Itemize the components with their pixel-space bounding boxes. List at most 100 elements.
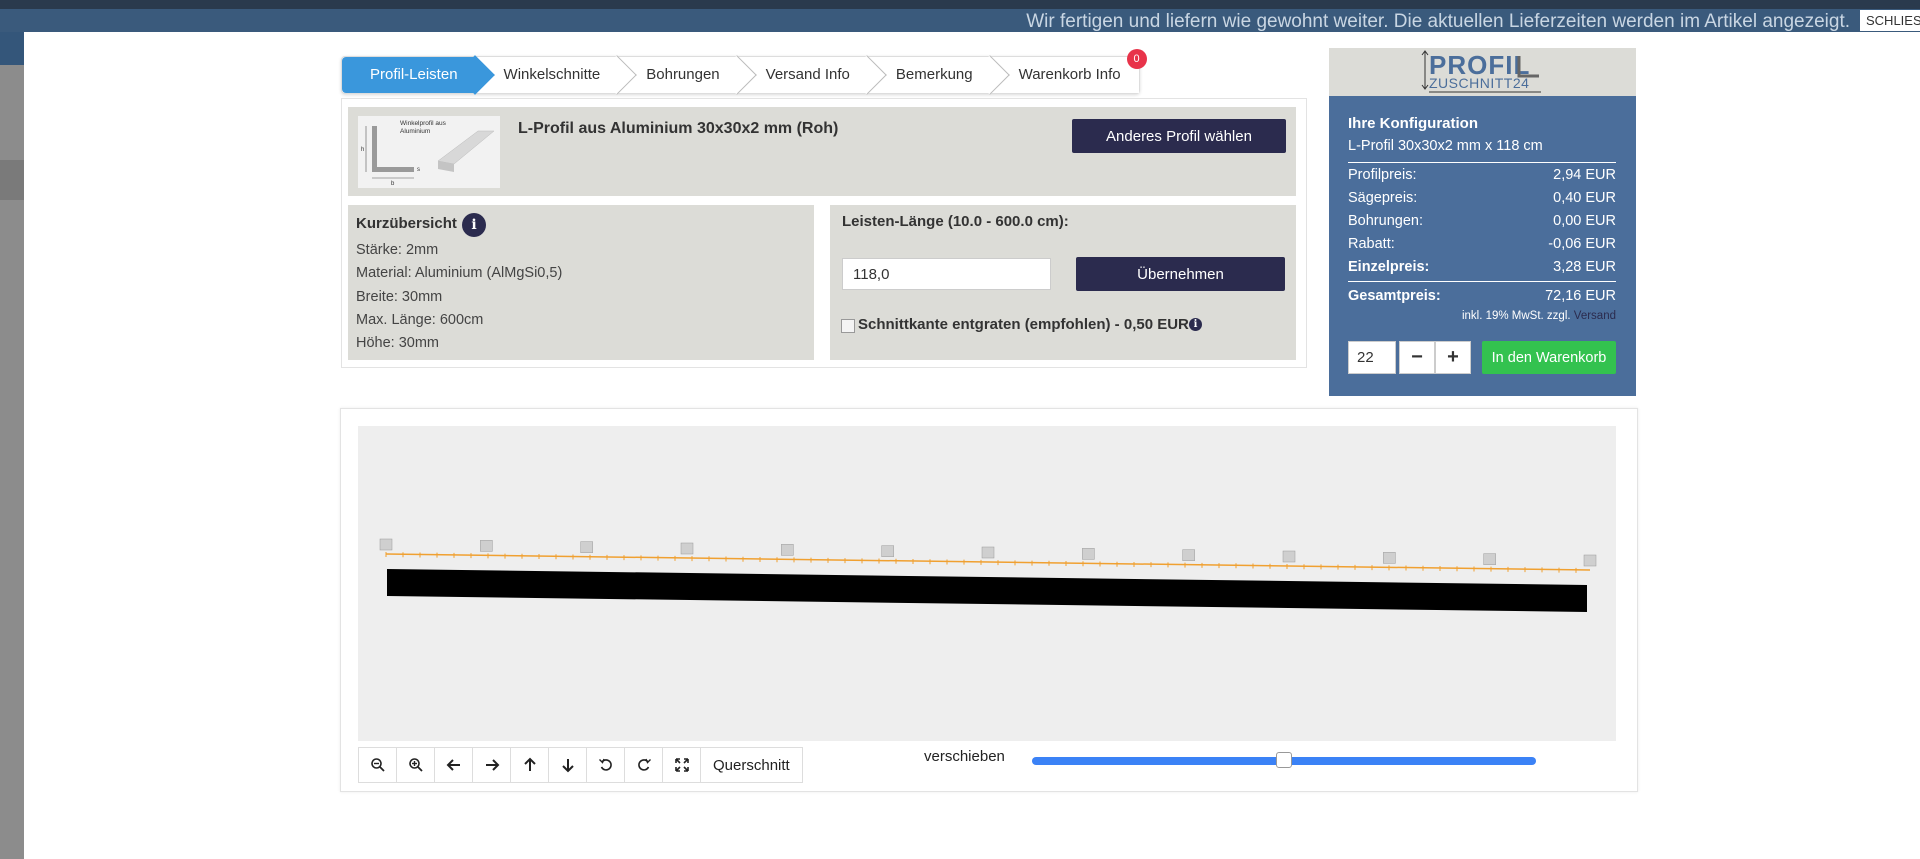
dimension-marker: [1483, 553, 1496, 565]
overview-item: Material: Aluminium (AlMgSi0,5): [356, 265, 563, 282]
tab-label: Bemerkung: [895, 66, 973, 83]
tab-profil-leisten[interactable]: Profil-Leisten: [342, 57, 476, 93]
dimension-marker: [781, 544, 794, 556]
arrow-right-icon: [485, 759, 499, 771]
move-right-button[interactable]: [473, 748, 511, 782]
dimension-marker: [1583, 554, 1597, 567]
length-label: Leisten-Länge (10.0 - 600.0 cm):: [842, 213, 1069, 230]
move-left-button[interactable]: [435, 748, 473, 782]
price-row-total: Gesamtpreis: 72,16 EUR: [1348, 285, 1616, 308]
overview-item: Höhe: 30mm: [356, 335, 440, 352]
overview-list: Stärke: 2mm Material: Aluminium (AlMgSi0…: [356, 239, 562, 355]
rotate-right-button[interactable]: [625, 748, 663, 782]
config-summary: L-Profil 30x30x2 mm x 118 cm: [1348, 138, 1543, 154]
price-value: 0,00 EUR: [1553, 213, 1616, 229]
quantity-increase-button[interactable]: +: [1435, 341, 1471, 374]
move-up-button[interactable]: [511, 748, 549, 782]
arrow-left-icon: [446, 759, 460, 771]
thumb-caption-2: Aluminium: [400, 128, 430, 135]
step-tabs: Profil-Leisten Winkelschnitte Bohrungen …: [341, 49, 1147, 94]
price-row-profil: Profilpreis: 2,94 EUR: [1348, 164, 1616, 187]
arrow-down-icon: [561, 759, 574, 773]
background-page-band: [0, 160, 24, 200]
price-value: 3,28 EUR: [1553, 259, 1616, 275]
profile-3d-canvas[interactable]: [358, 426, 1616, 741]
price-label: Einzelpreis:: [1348, 259, 1430, 275]
tab-label: Profil-Leisten: [370, 66, 458, 83]
change-profile-button[interactable]: Anderes Profil wählen: [1072, 119, 1286, 153]
arrow-up-icon: [523, 757, 536, 771]
dimension-marker: [1383, 552, 1396, 564]
move-slider-label: verschieben: [924, 748, 1005, 765]
dimension-marker: [580, 541, 593, 553]
dimension-ticks: [385, 552, 1577, 573]
background-topbar: [0, 0, 1920, 9]
profile-render: [379, 538, 1597, 612]
deburr-checkbox[interactable]: [841, 319, 855, 333]
config-title: Ihre Konfiguration: [1348, 115, 1478, 132]
dimension-marker: [981, 546, 995, 559]
logo-bottom-text: ZUSCHNITT24: [1429, 75, 1529, 91]
thumb-dim-h: h: [361, 147, 364, 153]
tab-warenkorb-info[interactable]: Warenkorb Info 0: [990, 49, 1147, 93]
price-label: Sägepreis:: [1348, 190, 1418, 206]
overview-title: Kurzübersicht: [356, 215, 457, 232]
fit-view-button[interactable]: [663, 748, 701, 782]
viewer-toolbar: Querschnitt: [358, 747, 803, 783]
overview-item: Breite: 30mm: [356, 288, 443, 305]
length-input[interactable]: 118,0: [842, 258, 1051, 290]
zoom-out-button[interactable]: [359, 748, 397, 782]
dimension-marker: [1282, 550, 1296, 563]
dimension-marker: [881, 545, 894, 557]
info-icon[interactable]: i: [462, 213, 486, 237]
quantity-input[interactable]: 22: [1348, 341, 1396, 374]
move-down-button[interactable]: [549, 748, 587, 782]
vat-note: inkl. 19% MwSt. zzgl. Versand: [1462, 310, 1616, 322]
config-sidebar: PROFIL ZUSCHNITT24 Ihre Konfiguration L-…: [1329, 48, 1636, 396]
logo-area: PROFIL ZUSCHNITT24: [1329, 48, 1636, 96]
price-value: -0,06 EUR: [1548, 236, 1616, 252]
tab-label: Winkelschnitte: [503, 66, 601, 83]
thumb-caption-1: Winkelprofil aus: [400, 120, 447, 127]
zoom-out-icon: [370, 758, 385, 772]
move-slider-handle[interactable]: [1276, 752, 1292, 768]
profile-bar: [387, 569, 1587, 612]
total-value: 72,16 EUR: [1545, 288, 1616, 304]
rotate-ccw-icon: [598, 758, 612, 771]
profile-thumbnail: Winkelprofil aus Aluminium h b s: [358, 116, 500, 188]
price-row-rabatt: Rabatt: -0,06 EUR: [1348, 233, 1616, 256]
dimension-marker: [1182, 549, 1195, 561]
expand-icon: [674, 758, 689, 772]
tab-label: Versand Info: [765, 66, 850, 83]
vat-text: inkl. 19% MwSt. zzgl.: [1461, 310, 1571, 322]
cross-section-button[interactable]: Querschnitt: [701, 748, 802, 782]
tab-label: Warenkorb Info: [1018, 66, 1121, 83]
divider: [1348, 162, 1616, 163]
rotate-cw-icon: [637, 758, 651, 771]
tab-label: Bohrungen: [646, 66, 720, 83]
shipping-link[interactable]: Versand: [1574, 310, 1616, 322]
config-panel: Ihre Konfiguration L-Profil 30x30x2 mm x…: [1329, 96, 1636, 396]
quantity-decrease-button[interactable]: −: [1399, 341, 1435, 374]
price-label: Bohrungen:: [1348, 213, 1423, 229]
apply-length-button[interactable]: Übernehmen: [1076, 257, 1285, 291]
price-row-bohrungen: Bohrungen: 0,00 EUR: [1348, 210, 1616, 233]
product-title: L-Profil aus Aluminium 30x30x2 mm (Roh): [518, 120, 839, 137]
tab-winkelschnitte[interactable]: Winkelschnitte: [475, 57, 619, 93]
dimension-marker: [379, 538, 393, 551]
tab-versand-info[interactable]: Versand Info: [737, 57, 868, 93]
price-row-saege: Sägepreis: 0,40 EUR: [1348, 187, 1616, 210]
cart-count-badge: 0: [1126, 49, 1147, 69]
deburr-label[interactable]: Schnittkante entgraten (empfohlen) - 0,5…: [858, 316, 1189, 333]
price-value: 0,40 EUR: [1553, 190, 1616, 206]
close-button[interactable]: SCHLIES: [1860, 10, 1920, 31]
thumb-dim-s: s: [417, 167, 420, 173]
total-label: Gesamtpreis:: [1348, 288, 1441, 304]
zoom-in-button[interactable]: [397, 748, 435, 782]
add-to-cart-button[interactable]: In den Warenkorb: [1482, 341, 1616, 374]
divider: [1348, 281, 1616, 282]
dimension-marker: [1082, 548, 1095, 560]
rotate-left-button[interactable]: [587, 748, 625, 782]
deburr-info-icon[interactable]: i: [1189, 318, 1202, 331]
overview-item: Max. Länge: 600cm: [356, 311, 484, 328]
